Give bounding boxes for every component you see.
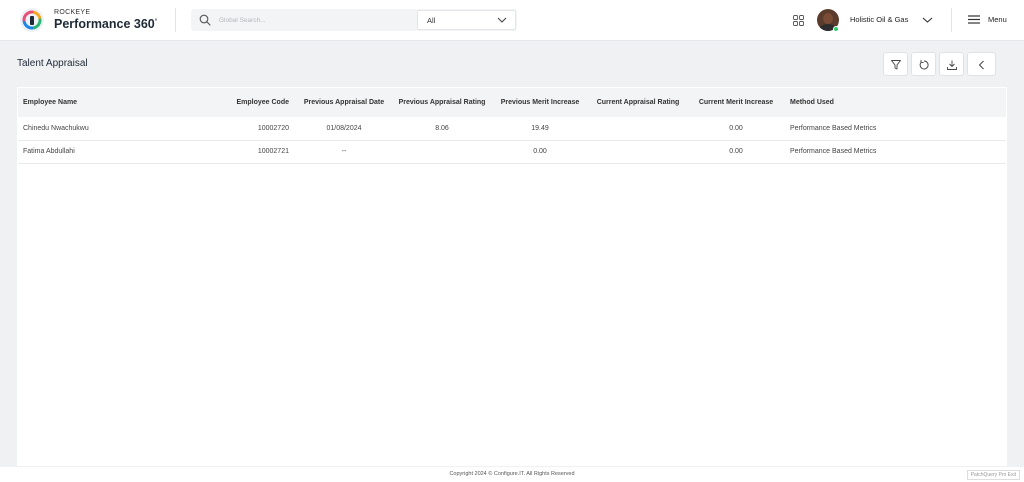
chevron-down-icon[interactable] bbox=[922, 16, 933, 24]
online-status-badge bbox=[833, 26, 839, 32]
avatar-face bbox=[823, 13, 833, 24]
version-badge: PatchQuery Pro Exit bbox=[966, 470, 1020, 480]
header-divider bbox=[175, 8, 176, 32]
column-header-employee-code[interactable]: Employee Code bbox=[173, 88, 295, 117]
brand-product: Performance 360° bbox=[54, 17, 157, 31]
search-input[interactable] bbox=[219, 13, 399, 27]
cell-previous-appraisal-date: -- bbox=[341, 148, 347, 155]
column-header-current-merit-increase[interactable]: Current Merit Increase bbox=[687, 88, 785, 117]
cell-previous-merit-increase: 0.00 bbox=[533, 148, 547, 155]
chevron-down-icon bbox=[497, 17, 507, 23]
appraisal-table-card: Employee Name Employee Code Previous App… bbox=[17, 87, 1007, 466]
table-row[interactable]: Fatima Abdullahi 10002721 -- 0.00 0.00 P… bbox=[18, 140, 1006, 163]
column-header-current-appraisal-rating[interactable]: Current Appraisal Rating bbox=[589, 88, 687, 117]
back-button[interactable] bbox=[967, 52, 996, 76]
app-logo[interactable] bbox=[20, 8, 44, 32]
search-scope-select[interactable]: All bbox=[417, 10, 516, 30]
copyright-text: Copyright 2024 © Configure.IT. All Right… bbox=[449, 471, 575, 477]
brand-product-name: Performance 360 bbox=[54, 17, 155, 31]
menu-button[interactable]: Menu bbox=[966, 13, 1012, 27]
chevron-left-icon bbox=[978, 60, 984, 70]
filter-button[interactable] bbox=[883, 52, 908, 76]
cell-current-appraisal-rating bbox=[589, 117, 687, 140]
hamburger-icon bbox=[968, 15, 980, 24]
top-header: ROCKEYE Performance 360° All Holistic Oi… bbox=[0, 0, 1024, 41]
table-header-row: Employee Name Employee Code Previous App… bbox=[18, 88, 1006, 117]
cell-previous-appraisal-rating bbox=[393, 140, 491, 163]
cell-method-used: Performance Based Metrics bbox=[790, 124, 877, 132]
brand-company: ROCKEYE bbox=[54, 9, 91, 16]
refresh-button[interactable] bbox=[911, 52, 936, 76]
page-title: Talent Appraisal bbox=[17, 58, 88, 69]
header-divider bbox=[951, 8, 952, 32]
cell-current-merit-increase: 0.00 bbox=[729, 124, 743, 132]
cell-employee-name: Chinedu Nwachukwu bbox=[23, 124, 89, 132]
cell-current-appraisal-rating bbox=[589, 140, 687, 163]
brand-degree: ° bbox=[154, 18, 158, 25]
cell-previous-appraisal-rating: 8.06 bbox=[435, 124, 449, 132]
column-header-employee-name[interactable]: Employee Name bbox=[18, 88, 173, 117]
table-row[interactable]: Chinedu Nwachukwu 10002720 01/08/2024 8.… bbox=[18, 117, 1006, 140]
cell-current-merit-increase: 0.00 bbox=[729, 148, 743, 155]
cell-previous-appraisal-date: 01/08/2024 bbox=[326, 124, 362, 132]
column-header-method-used[interactable]: Method Used bbox=[785, 88, 1006, 117]
logo-icon bbox=[22, 10, 42, 30]
column-header-previous-appraisal-date[interactable]: Previous Appraisal Date bbox=[295, 88, 393, 117]
search-scope-value: All bbox=[427, 16, 436, 25]
column-header-previous-appraisal-rating[interactable]: Previous Appraisal Rating bbox=[393, 88, 491, 117]
appraisal-table: Employee Name Employee Code Previous App… bbox=[18, 88, 1006, 164]
company-name[interactable]: Holistic Oil & Gas bbox=[850, 15, 908, 24]
search-icon bbox=[199, 14, 211, 26]
apps-grid-icon[interactable] bbox=[793, 15, 804, 26]
cell-method-used: Performance Based Metrics bbox=[790, 148, 877, 155]
cell-employee-code: 10002720 bbox=[257, 124, 289, 132]
menu-label: Menu bbox=[988, 15, 1007, 24]
download-button[interactable] bbox=[939, 52, 964, 76]
column-header-previous-merit-increase[interactable]: Previous Merit Increase bbox=[491, 88, 589, 117]
cell-employee-code: 10002721 bbox=[257, 148, 289, 155]
filter-icon bbox=[891, 60, 901, 70]
download-icon bbox=[947, 60, 957, 70]
cell-previous-merit-increase: 19.49 bbox=[531, 124, 549, 132]
page-footer: Copyright 2024 © Configure.IT. All Right… bbox=[0, 467, 1024, 482]
cell-employee-name: Fatima Abdullahi bbox=[23, 148, 75, 155]
refresh-icon bbox=[919, 60, 929, 70]
